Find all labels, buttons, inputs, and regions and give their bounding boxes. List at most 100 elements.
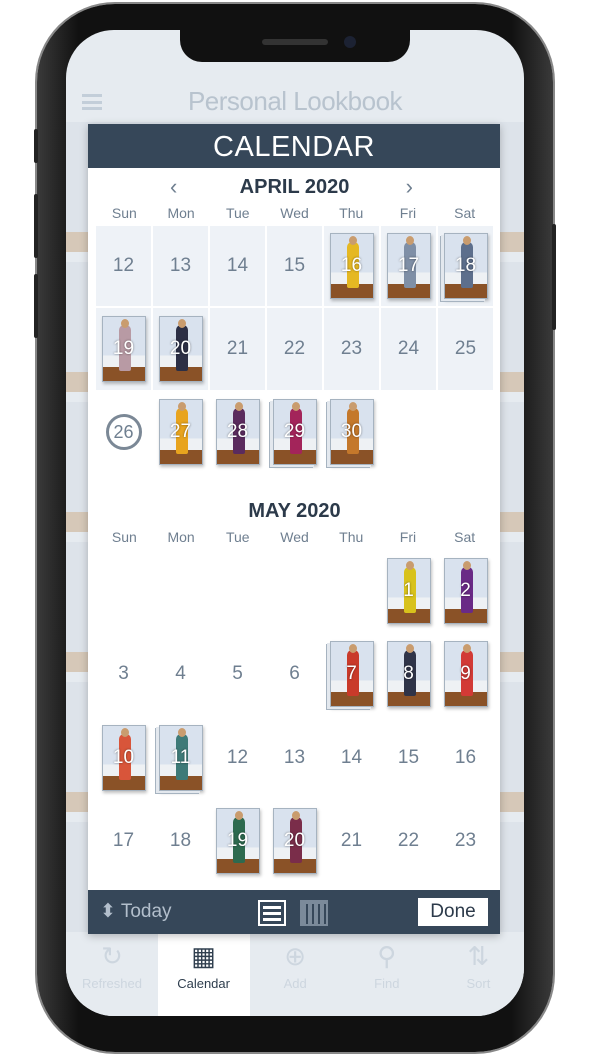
day-cell[interactable]: 4 [153,634,208,714]
tab-find[interactable]: ⚲ Find [341,934,433,1016]
weekday-label: Mon [167,529,195,545]
day-cell[interactable]: 12 [210,716,265,800]
month-1: MAY 2020 Sun Mon Tue Wed Thu Fri Sat 1 2 3 4 5 6 7 8 9 10… [96,498,493,880]
power-button [552,224,556,330]
day-cell[interactable]: 2 [438,550,493,632]
empty-cell [153,550,208,632]
day-cell[interactable]: 3 [96,634,151,714]
day-cell[interactable]: 20 [267,802,322,880]
weekday-label: Wed [280,205,309,221]
day-number: 22 [397,830,420,851]
tab-sort[interactable]: ⇅ Sort [432,934,524,1016]
search-icon: ⚲ [377,941,397,971]
day-cell[interactable]: 8 [381,634,436,714]
day-cell[interactable]: 19 [96,308,151,390]
day-number: 19 [112,338,135,359]
day-cell[interactable]: 1 [381,550,436,632]
today-button[interactable]: ⬍ Today [100,900,172,923]
month-label: MAY 2020 [248,500,341,522]
day-cell[interactable]: 23 [324,308,379,390]
day-cell[interactable]: 14 [210,226,265,306]
day-cell[interactable]: 16 [324,226,379,306]
day-cell[interactable]: 23 [438,802,493,880]
day-cell[interactable]: 30 [324,392,379,472]
day-cell[interactable]: 21 [324,802,379,880]
next-month-icon[interactable]: › [406,174,413,200]
day-number: 18 [454,255,477,276]
day-number: 14 [340,747,363,768]
done-button[interactable]: Done [418,898,488,926]
sort-icon: ⇅ [467,941,490,971]
day-number: 16 [340,255,363,276]
list-view-button[interactable] [258,900,286,926]
day-cell[interactable]: 13 [153,226,208,306]
mute-switch [34,129,38,163]
weekday-label: Mon [167,205,195,221]
day-number: 13 [283,747,306,768]
weekday-header: Sun Mon Tue Wed Thu Fri Sat [96,200,493,226]
app-title: Personal Lookbook [187,86,403,116]
day-cell[interactable]: 12 [96,226,151,306]
day-number: 21 [340,830,363,851]
day-number: 7 [346,663,357,684]
day-number: 20 [169,338,192,359]
weekday-label: Sun [111,205,137,221]
empty-cell [381,392,436,472]
day-cell[interactable]: 9 [438,634,493,714]
tab-refreshed[interactable]: ↻ Refreshed [66,934,158,1016]
day-cell[interactable]: 15 [267,226,322,306]
day-number: 15 [397,747,420,768]
grid-view-button[interactable] [300,900,328,926]
day-number: 14 [226,255,249,276]
tab-label: Refreshed [82,976,142,991]
day-cell[interactable]: 15 [381,716,436,800]
day-cell[interactable]: 10 [96,716,151,800]
up-down-chevron-icon: ⬍ [100,901,116,922]
day-cell[interactable]: 13 [267,716,322,800]
day-cell[interactable]: 16 [438,716,493,800]
day-number: 9 [460,663,471,684]
day-cell[interactable]: 17 [96,802,151,880]
month-title: MAY 2020 [96,498,493,524]
day-cell[interactable]: 24 [381,308,436,390]
day-cell[interactable]: 21 [210,308,265,390]
day-cell[interactable]: 14 [324,716,379,800]
day-cell[interactable]: 11 [153,716,208,800]
weekday-label: Wed [280,529,309,545]
day-cell[interactable]: 29 [267,392,322,472]
day-number: 3 [118,663,129,684]
day-cell[interactable]: 19 [210,802,265,880]
day-cell[interactable]: 20 [153,308,208,390]
day-cell[interactable]: 7 [324,634,379,714]
day-number: 18 [169,830,192,851]
day-cell[interactable]: 6 [267,634,322,714]
weekday-label: Fri [399,529,417,545]
day-number: 17 [112,830,135,851]
day-cell[interactable]: 25 [438,308,493,390]
day-cell[interactable]: 22 [267,308,322,390]
empty-cell [438,392,493,472]
tab-add[interactable]: ⊕ Add [249,934,341,1016]
empty-cell [96,550,151,632]
day-number: 10 [112,747,135,768]
day-cell[interactable]: 22 [381,802,436,880]
day-cell[interactable]: 28 [210,392,265,472]
day-number: 8 [403,663,414,684]
day-cell[interactable]: 27 [153,392,208,472]
day-cell[interactable]: 18 [438,226,493,306]
day-number: 1 [403,580,414,601]
day-cell[interactable]: 17 [381,226,436,306]
month-0: ‹ APRIL 2020 › Sun Mon Tue Wed Thu Fri Sat 12 13 14 1… [96,174,493,472]
day-cell[interactable]: 18 [153,802,208,880]
day-number: 23 [340,338,363,359]
month-title: ‹ APRIL 2020 › [96,174,493,200]
prev-month-icon[interactable]: ‹ [170,174,177,200]
day-number: 21 [226,338,249,359]
day-number: 17 [397,255,420,276]
volume-up-button [34,194,38,258]
refresh-icon: ↻ [101,941,123,971]
tab-calendar[interactable]: ▦ Calendar [157,934,250,1016]
day-number: 29 [283,421,306,442]
day-cell[interactable]: 5 [210,634,265,714]
day-cell[interactable]: 26 [96,392,151,472]
